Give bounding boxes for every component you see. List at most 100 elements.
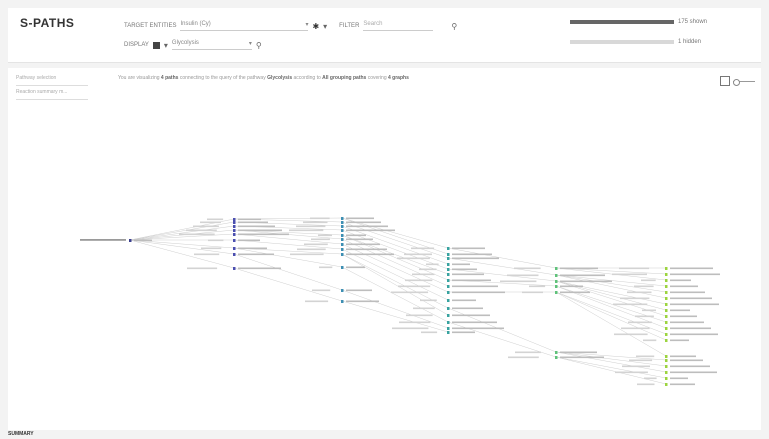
tree-node: [447, 247, 450, 250]
display-label: DISPLAY: [124, 42, 149, 48]
node-label-placeholder: [238, 267, 281, 270]
tree-node: [665, 303, 668, 306]
graph-panel: Pathway selection Reaction summary m... …: [8, 68, 761, 430]
node-label-placeholder: [644, 377, 657, 380]
node-label-placeholder: [670, 315, 697, 318]
chevron-down-icon[interactable]: ▾: [164, 41, 168, 50]
node-label-placeholder: [560, 356, 604, 359]
node-label-placeholder: [560, 280, 612, 283]
node-label-placeholder: [201, 247, 222, 250]
tree-link: [341, 234, 449, 281]
node-label-placeholder: [641, 279, 656, 282]
node-label-placeholder: [670, 327, 711, 330]
hidden-bar-fill: [570, 40, 674, 44]
node-label-placeholder: [452, 291, 505, 294]
node-label-placeholder: [290, 253, 324, 256]
display-controls: DISPLAY ▾ Glycolysis ▾ ⚲: [124, 40, 262, 50]
tree-node: [665, 321, 668, 324]
node-label-placeholder: [398, 285, 431, 288]
tree-node: [665, 339, 668, 342]
tree-node: [447, 299, 450, 302]
chevron-down-icon[interactable]: ▾: [323, 22, 327, 31]
tree-node: [555, 285, 558, 288]
tree-node: [555, 274, 558, 277]
pathway-tree[interactable]: [8, 68, 761, 430]
node-label-placeholder: [346, 266, 365, 269]
node-label-placeholder: [670, 371, 717, 374]
node-label-placeholder: [391, 291, 429, 294]
node-label-placeholder: [614, 333, 648, 336]
node-label-placeholder: [310, 217, 330, 220]
color-swatch[interactable]: [152, 41, 160, 49]
node-label-placeholder: [207, 218, 224, 221]
node-label-placeholder: [629, 359, 653, 362]
node-label-placeholder: [238, 225, 275, 228]
node-label-placeholder: [670, 309, 690, 312]
node-label-placeholder: [452, 268, 477, 271]
tree-node: [341, 234, 344, 237]
node-label-placeholder: [670, 359, 703, 362]
tree-links: [129, 217, 667, 385]
node-label-placeholder: [507, 274, 539, 277]
node-label-placeholder: [346, 234, 366, 237]
tree-node: [233, 253, 236, 256]
node-label-placeholder: [670, 377, 688, 380]
tree-node: [555, 356, 558, 359]
tree-node: [447, 279, 450, 282]
node-label-placeholder: [514, 267, 541, 270]
tree-node: [665, 285, 668, 288]
node-label-placeholder: [346, 248, 387, 251]
node-label-placeholder: [399, 321, 431, 324]
target-label: TARGET ENTITIES: [124, 23, 177, 29]
node-label-placeholder: [560, 274, 605, 277]
node-label-placeholder: [452, 279, 491, 282]
node-label-placeholder: [179, 233, 215, 236]
tree-node: [665, 279, 668, 282]
node-label-placeholder: [392, 327, 429, 330]
tree-node: [447, 314, 450, 317]
filter-label: FILTER: [339, 23, 360, 29]
node-label-placeholder: [670, 279, 691, 282]
tree-node: [665, 383, 668, 386]
node-label-placeholder: [238, 233, 289, 236]
filter-input[interactable]: Search: [363, 21, 434, 31]
node-label-placeholder: [642, 309, 656, 312]
node-label-placeholder: [560, 351, 597, 354]
node-label-placeholder: [193, 225, 219, 228]
tree-node: [233, 267, 236, 270]
target-select[interactable]: Insulin (Cy) ▾: [180, 21, 309, 31]
node-label-placeholder: [304, 243, 328, 246]
gear-icon[interactable]: ✱: [312, 22, 319, 31]
shown-bar-fill: [570, 20, 674, 24]
tree-node: [233, 225, 236, 228]
node-label-placeholder: [318, 234, 332, 237]
tree-node: [447, 273, 450, 276]
tree-node: [555, 291, 558, 294]
display-select[interactable]: Glycolysis ▾: [171, 40, 252, 50]
tree-node: [129, 239, 132, 242]
node-label-placeholder: [305, 300, 329, 303]
node-label-placeholder: [346, 238, 373, 241]
tree-node: [665, 359, 668, 362]
node-label-placeholder: [560, 267, 598, 270]
node-label-placeholder: [637, 383, 655, 386]
tree-node: [341, 225, 344, 228]
tree-node: [447, 327, 450, 330]
node-label-placeholder: [405, 279, 433, 282]
node-label-placeholder: [522, 291, 543, 294]
node-label-placeholder: [670, 355, 696, 358]
tree-node: [233, 229, 236, 232]
node-label-placeholder: [452, 299, 476, 302]
tree-node: [665, 377, 668, 380]
node-label-placeholder: [670, 291, 705, 294]
node-label-placeholder: [452, 247, 485, 250]
node-label-placeholder: [406, 314, 433, 317]
search-icon[interactable]: ⚲: [256, 41, 262, 50]
node-label-placeholder: [634, 285, 654, 288]
node-label-placeholder: [619, 267, 650, 270]
node-label-placeholder: [238, 229, 282, 232]
search-icon[interactable]: ⚲: [451, 22, 457, 31]
node-label-placeholder: [208, 239, 224, 242]
tree-node: [665, 315, 668, 318]
tree-node: [341, 248, 344, 251]
